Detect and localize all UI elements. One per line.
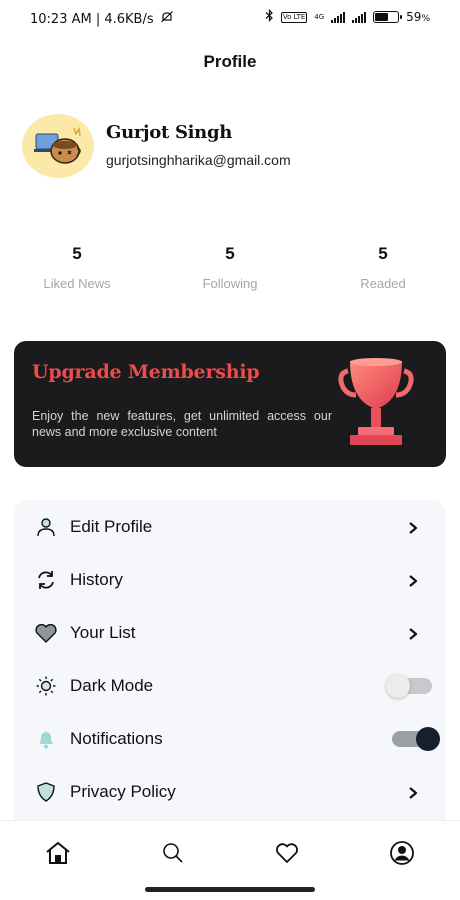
menu-label: Dark Mode: [70, 676, 154, 695]
menu-item-dark-mode[interactable]: Dark Mode: [14, 661, 446, 711]
trophy-icon: [336, 353, 416, 453]
nav-profile-button[interactable]: [386, 839, 418, 871]
battery-percent: 59%: [406, 10, 430, 24]
nav-favorites-button[interactable]: [271, 839, 303, 871]
status-bar: 10:23 AM | 4.6KB/s Vo LTE 4G 59%: [0, 0, 460, 36]
menu-item-your-list[interactable]: Your List: [14, 608, 446, 658]
network-badge: 4G: [314, 13, 325, 21]
chevron-right-icon: [406, 573, 420, 587]
page-title: Profile: [203, 52, 257, 71]
signal-icon-1: [331, 11, 346, 23]
stat-label: Following: [202, 276, 258, 291]
battery-fill: [375, 13, 388, 21]
stat-readed[interactable]: 5 Readed: [323, 244, 443, 291]
settings-menu: Edit Profile History Your List Dark Mode…: [14, 500, 446, 830]
nav-home-button[interactable]: [42, 839, 74, 871]
status-left: 10:23 AM | 4.6KB/s: [30, 10, 174, 28]
toggle-knob: [416, 727, 440, 751]
status-right: Vo LTE 4G 59%: [265, 9, 430, 25]
menu-label: Notifications: [70, 729, 163, 748]
menu-label: Edit Profile: [70, 517, 153, 536]
stat-value: 5: [72, 244, 82, 263]
upgrade-description: Enjoy the new features, get unlimited ac…: [32, 409, 332, 439]
shield-icon: [34, 780, 58, 804]
bell-icon: [34, 727, 58, 751]
user-icon: [34, 515, 58, 539]
heart-icon: [34, 621, 58, 645]
chevron-right-icon: [406, 626, 420, 640]
volte-badge: Vo LTE: [280, 11, 308, 23]
menu-item-edit-profile[interactable]: Edit Profile: [14, 502, 446, 552]
status-time-speed: 10:23 AM | 4.6KB/s: [30, 11, 154, 27]
heart-icon: [274, 841, 300, 869]
stat-label: Liked News: [43, 276, 111, 291]
user-email: gurjotsinghharika@gmail.com: [106, 152, 291, 168]
upgrade-membership-card[interactable]: Upgrade Membership Enjoy the new feature…: [14, 341, 446, 467]
menu-label: Your List: [70, 623, 136, 642]
menu-item-privacy-policy[interactable]: Privacy Policy: [14, 767, 446, 817]
dark-mode-toggle[interactable]: [386, 674, 432, 698]
menu-label: Privacy Policy: [70, 782, 176, 801]
menu-item-history[interactable]: History: [14, 555, 446, 605]
notifications-toggle[interactable]: [392, 727, 440, 751]
battery-icon: [373, 11, 403, 23]
stat-value: 5: [378, 244, 388, 263]
menu-label: History: [70, 570, 123, 589]
avatar[interactable]: [22, 114, 94, 178]
user-name: Gurjot Singh: [106, 122, 233, 143]
chevron-right-icon: [406, 520, 420, 534]
stat-value: 5: [225, 244, 235, 263]
signal-icon-2: [352, 11, 367, 23]
nav-search-button[interactable]: [157, 839, 189, 871]
profile-icon: [389, 840, 415, 870]
stat-label: Readed: [360, 276, 406, 291]
sun-icon: [34, 674, 58, 698]
stat-following[interactable]: 5 Following: [170, 244, 290, 291]
bluetooth-icon: [265, 9, 274, 25]
home-indicator: [145, 887, 315, 892]
stat-liked-news[interactable]: 5 Liked News: [17, 244, 137, 291]
upgrade-title: Upgrade Membership: [32, 361, 260, 383]
chevron-right-icon: [406, 785, 420, 799]
home-icon: [44, 841, 72, 869]
toggle-knob: [386, 674, 410, 698]
mute-icon: [160, 10, 174, 28]
menu-item-notifications[interactable]: Notifications: [14, 714, 446, 764]
refresh-icon: [34, 568, 58, 592]
search-icon: [161, 841, 185, 869]
